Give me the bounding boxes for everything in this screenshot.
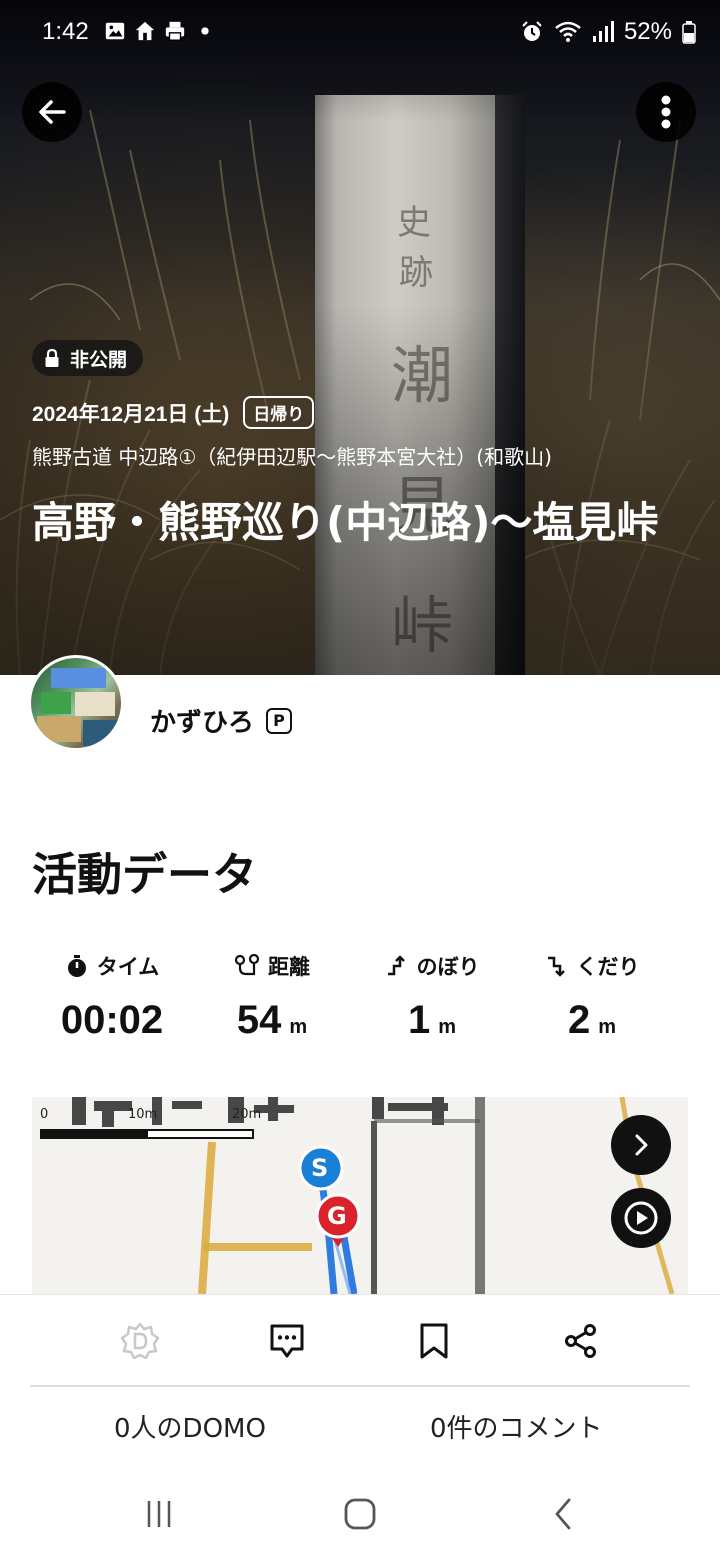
play-circle-icon [624, 1201, 658, 1235]
private-badge: 非公開 [32, 340, 144, 376]
chevron-left-icon [555, 1498, 571, 1530]
bookmark-icon [420, 1323, 448, 1359]
activity-date: 2024年12月21日 (土) [32, 402, 230, 426]
activity-date-row: 2024年12月21日 (土) 日帰り [32, 396, 315, 429]
stat-distance-value: 54 [236, 998, 282, 1042]
scale-label-0: 0 [40, 1107, 49, 1122]
stat-ascent-label: のぼり [416, 955, 480, 979]
signal-icon [592, 21, 614, 42]
image-icon [105, 22, 125, 40]
hero-photo: 史 跡 潮 見 峠 [0, 0, 720, 675]
domo-button[interactable] [116, 1317, 164, 1365]
activity-title: 高野・熊野巡り(中辺路)～塩見峠 [32, 498, 659, 547]
private-label: 非公開 [70, 348, 128, 371]
goal-marker-label: G [327, 1202, 347, 1230]
system-nav-bar [0, 1470, 720, 1560]
reaction-counts: 0人のDOMO 0件のコメント [0, 1408, 720, 1445]
battery-percent: 52% [623, 18, 672, 45]
more-options-button[interactable] [636, 82, 696, 142]
distance-icon [234, 954, 260, 976]
home-icon [135, 21, 155, 41]
bookmark-button[interactable] [410, 1317, 458, 1365]
divider [30, 1385, 690, 1387]
avatar[interactable] [28, 655, 124, 751]
stat-ascent-value: 1 [407, 998, 431, 1042]
descent-icon [547, 956, 565, 977]
dot-icon [201, 27, 209, 35]
recent-apps-button[interactable] [139, 1494, 179, 1534]
status-bar: 1:42 52% [0, 0, 720, 68]
start-marker-label: S [311, 1154, 329, 1182]
wifi-icon [555, 21, 581, 42]
chevron-right-icon [635, 1134, 648, 1156]
stat-distance-label: 距離 [268, 955, 310, 979]
stat-ascent-unit: m [438, 1016, 457, 1038]
premium-badge: P [266, 707, 293, 734]
stat-ascent: のぼり 1m [352, 948, 512, 1043]
recent-apps-icon [147, 1501, 171, 1527]
stat-descent-value: 2 [567, 998, 591, 1042]
domo-count[interactable]: 0人のDOMO [0, 1408, 360, 1445]
print-icon [165, 21, 185, 41]
back-button[interactable] [22, 82, 82, 142]
scale-label-20: 20m [232, 1107, 262, 1122]
stat-time-value: 00:02 [60, 998, 164, 1042]
map-expand-button[interactable] [611, 1115, 671, 1175]
alarm-icon [522, 21, 542, 41]
stopwatch-icon [67, 955, 86, 977]
map-scale-bar [40, 1129, 254, 1139]
action-bar [0, 1294, 720, 1386]
route-map[interactable]: S G 0 10m 20m [32, 1097, 688, 1294]
more-vertical-icon [661, 95, 671, 129]
activity-stats: タイム 00:02 距離 54 m のぼり 1m くだり 2m [0, 948, 720, 1043]
stat-distance-unit: m [289, 1016, 308, 1038]
stat-descent-unit: m [598, 1016, 617, 1038]
scale-label-10: 10m [128, 1107, 158, 1122]
ascent-icon [387, 955, 405, 976]
share-icon [565, 1324, 596, 1358]
lock-icon [45, 348, 59, 367]
back-nav-button[interactable] [543, 1494, 583, 1534]
stat-descent-label: くだり [576, 955, 640, 979]
stat-descent: くだり 2m [512, 948, 672, 1043]
home-button[interactable] [340, 1494, 380, 1534]
status-time: 1:42 [42, 18, 89, 45]
comment-count[interactable]: 0件のコメント [360, 1408, 720, 1445]
username[interactable]: かずひろ [150, 702, 254, 739]
home-circle-icon [344, 1498, 376, 1530]
activity-data-heading: 活動データ [32, 848, 258, 901]
map-tiles [72, 1097, 675, 1294]
battery-icon [682, 21, 696, 44]
stat-time-label: タイム [96, 955, 160, 979]
map-replay-button[interactable] [611, 1188, 671, 1248]
stat-time: タイム 00:02 [32, 948, 192, 1043]
comment-icon [270, 1324, 304, 1358]
stat-distance: 距離 54 m [192, 948, 352, 1043]
arrow-left-icon [39, 100, 66, 124]
comment-button[interactable] [263, 1317, 311, 1365]
route-name[interactable]: 熊野古道 中辺路①（紀伊田辺駅～熊野本宮大社）(和歌山) [32, 441, 552, 470]
share-button[interactable] [557, 1317, 605, 1365]
user-row[interactable]: かずひろ P [150, 702, 293, 739]
domo-icon [120, 1322, 160, 1360]
day-trip-badge: 日帰り [243, 396, 315, 429]
